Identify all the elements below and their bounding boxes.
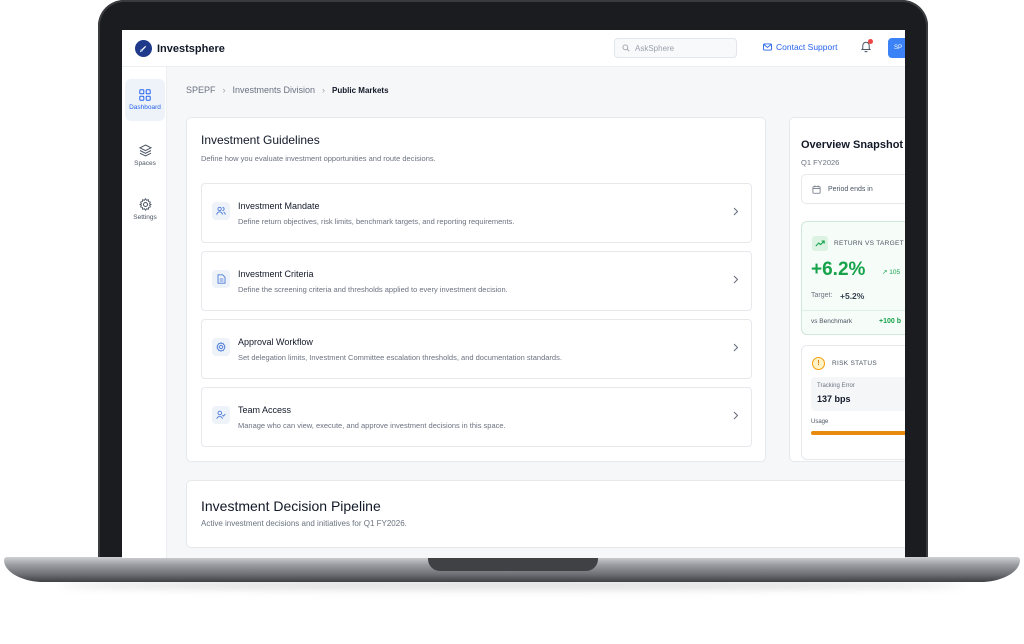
chevron-right-icon [733,275,739,284]
card-subtitle: Define how you evaluate investment oppor… [201,154,436,163]
benchmark-label: vs Benchmark [811,318,853,325]
return-header: RETURN VS TARGET [812,236,904,251]
return-vs-target-panel: RETURN VS TARGET +6.2% ↗ 105 Target: +5.… [801,221,905,335]
laptop-mockup: Investsphere AskSphere Contact Support S… [0,0,1024,644]
tracking-error-label: Tracking Error [817,383,855,389]
app-screen: Investsphere AskSphere Contact Support S… [122,30,905,558]
guideline-description: Set delegation limits, Investment Commit… [238,353,562,362]
contact-support-label: Contact Support [776,42,838,52]
brand-name: Investsphere [157,42,225,55]
breadcrumb-item[interactable]: SPEPF [186,85,216,95]
risk-label: RISK STATUS [832,360,877,367]
card-title: Investment Guidelines [201,133,320,147]
return-label: RETURN VS TARGET [834,240,904,247]
chevron-right-icon: › [222,85,226,95]
investment-guidelines-card: Investment Guidelines Define how you eva… [186,117,766,462]
breadcrumb-item[interactable]: Investments Division [233,85,316,95]
guideline-title: Investment Criteria [238,269,314,279]
side-nav: Dashboard Spaces Settings [122,67,167,558]
users-icon [212,202,230,220]
risk-status-panel: ! RISK STATUS Tracking Error 137 bps Usa… [801,345,905,460]
calendar-icon [812,185,821,194]
investment-decision-pipeline-card: Investment Decision Pipeline Active inve… [186,480,905,548]
chevron-right-icon [733,411,739,420]
avatar[interactable]: SP [888,38,905,58]
tracking-error-box: Tracking Error 137 bps [811,377,905,411]
usage-progress-bar [811,431,905,435]
chevron-right-icon [733,207,739,216]
grid-icon [139,89,151,101]
overview-title: Overview Snapshot [801,139,904,151]
guideline-title: Approval Workflow [238,337,313,347]
pipeline-subtitle: Active investment decisions and initiati… [201,519,407,528]
sidebar-item-label: Dashboard [129,104,161,111]
notifications-button[interactable] [860,39,873,58]
search-placeholder: AskSphere [635,43,675,53]
guideline-item-team-access[interactable]: Team Access Manage who can view, execute… [201,387,752,447]
target-label: Target: [811,292,833,299]
overview-period: Q1 FY2026 [801,158,840,167]
mail-icon [763,43,772,51]
trending-up-icon [812,236,828,251]
user-check-icon [212,406,230,424]
guideline-item-approval-workflow[interactable]: Approval Workflow Set delegation limits,… [201,319,752,379]
target-value: +5.2% [840,291,865,301]
guideline-item-investment-criteria[interactable]: Investment Criteria Define the screening… [201,251,752,311]
chevron-right-icon: › [322,85,326,95]
brand[interactable]: Investsphere [135,40,225,57]
period-ends-label: Period ends in [828,185,873,193]
return-value: +6.2% [811,259,866,280]
gear-icon [212,338,230,356]
chevron-right-icon [733,343,739,352]
breadcrumb: SPEPF › Investments Division › Public Ma… [186,85,389,95]
guideline-description: Define return objectives, risk limits, b… [238,217,515,226]
pipeline-title: Investment Decision Pipeline [201,498,381,514]
guideline-title: Investment Mandate [238,201,320,211]
usage-label: Usage [811,419,829,425]
tracking-error-value: 137 bps [817,394,851,404]
overview-snapshot-card: Overview Snapshot Q1 FY2026 Period ends … [789,117,905,462]
guideline-item-investment-mandate[interactable]: Investment Mandate Define return objecti… [201,183,752,243]
search-icon [622,44,630,52]
sidebar-item-settings[interactable]: Settings [125,188,165,230]
search-input[interactable]: AskSphere [614,38,737,58]
contact-support-link[interactable]: Contact Support [763,42,837,52]
warning-icon: ! [812,357,825,370]
brand-logo-icon [135,40,152,57]
sidebar-item-label: Spaces [134,159,156,167]
layers-icon [138,143,152,157]
guideline-description: Manage who can view, execute, and approv… [238,421,506,430]
sidebar-item-label: Settings [133,213,157,221]
notification-dot [868,39,873,44]
return-delta: ↗ 105 [882,269,901,276]
document-icon [212,270,230,288]
period-ends-row: Period ends in [801,174,905,204]
guideline-title: Team Access [238,405,292,415]
laptop-notch [428,557,598,571]
breadcrumb-current: Public Markets [332,85,389,95]
usage-progress-fill [811,431,905,435]
sidebar-item-dashboard[interactable]: Dashboard [125,79,165,121]
top-bar: Investsphere AskSphere Contact Support S… [122,30,905,67]
benchmark-value: +100 b [879,318,901,325]
sidebar-item-spaces[interactable]: Spaces [125,134,165,176]
risk-header: ! RISK STATUS [812,357,877,370]
divider [802,310,905,311]
gear-icon [138,197,152,211]
guideline-description: Define the screening criteria and thresh… [238,285,508,294]
